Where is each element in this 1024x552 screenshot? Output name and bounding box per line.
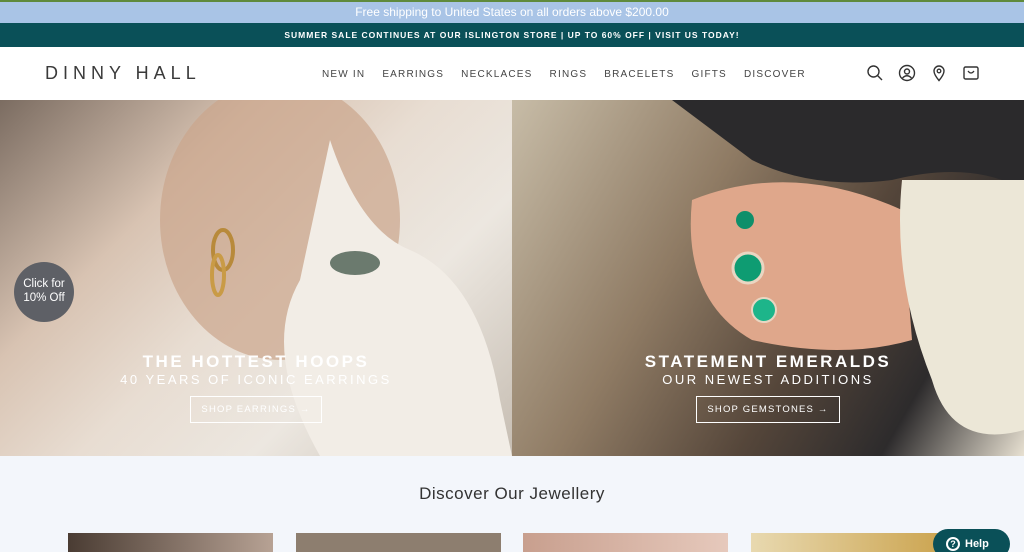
search-icon[interactable] bbox=[866, 64, 884, 82]
account-icon[interactable] bbox=[898, 64, 916, 82]
help-label: Help bbox=[965, 538, 989, 550]
category-tile[interactable] bbox=[296, 533, 501, 552]
help-button[interactable]: ? Help bbox=[933, 529, 1010, 552]
hero-emeralds-title: STATEMENT EMERALDS bbox=[644, 352, 892, 371]
nav-new-in[interactable]: NEW IN bbox=[322, 69, 365, 80]
location-icon[interactable] bbox=[930, 64, 948, 82]
nav-bracelets[interactable]: BRACELETS bbox=[604, 69, 674, 80]
discount-line2: 10% Off bbox=[23, 292, 65, 304]
header-icons bbox=[866, 64, 980, 82]
hero-emeralds-subtitle: OUR NEWEST ADDITIONS bbox=[662, 372, 874, 387]
main-nav: NEW IN EARRINGS NECKLACES RINGS BRACELET… bbox=[322, 69, 823, 80]
discover-heading: Discover Our Jewellery bbox=[419, 484, 605, 503]
hero-hoops-title: THE HOTTEST HOOPS bbox=[142, 352, 370, 371]
category-tile[interactable] bbox=[751, 533, 956, 552]
shop-gemstones-button[interactable]: SHOP GEMSTONES → bbox=[696, 396, 840, 423]
discount-badge[interactable]: Click for 10% Off bbox=[14, 262, 74, 322]
help-icon: ? bbox=[946, 537, 960, 551]
discount-line1: Click for bbox=[23, 278, 65, 290]
category-tile[interactable] bbox=[523, 533, 728, 552]
category-tile[interactable] bbox=[68, 533, 273, 552]
nav-gifts[interactable]: GIFTS bbox=[691, 69, 726, 80]
shipping-banner: Free shipping to United States on all or… bbox=[0, 0, 1024, 23]
site-logo[interactable]: DINNY HALL bbox=[45, 63, 201, 84]
nav-rings[interactable]: RINGS bbox=[550, 69, 588, 80]
site-header: DINNY HALL NEW IN EARRINGS NECKLACES RIN… bbox=[0, 47, 1024, 100]
hero-hoops[interactable]: THE HOTTEST HOOPS 40 YEARS OF ICONIC EAR… bbox=[0, 100, 512, 456]
hero-hoops-subtitle: 40 YEARS OF ICONIC EARRINGS bbox=[120, 372, 392, 387]
shop-earrings-button[interactable]: SHOP EARRINGS → bbox=[190, 396, 322, 423]
sale-banner[interactable]: SUMMER SALE CONTINUES AT OUR ISLINGTON S… bbox=[0, 23, 1024, 47]
nav-discover[interactable]: DISCOVER bbox=[744, 69, 806, 80]
nav-necklaces[interactable]: NECKLACES bbox=[461, 69, 532, 80]
hero-emeralds[interactable]: STATEMENT EMERALDS OUR NEWEST ADDITIONS … bbox=[512, 100, 1024, 456]
nav-earrings[interactable]: EARRINGS bbox=[382, 69, 444, 80]
cart-icon[interactable] bbox=[962, 64, 980, 82]
